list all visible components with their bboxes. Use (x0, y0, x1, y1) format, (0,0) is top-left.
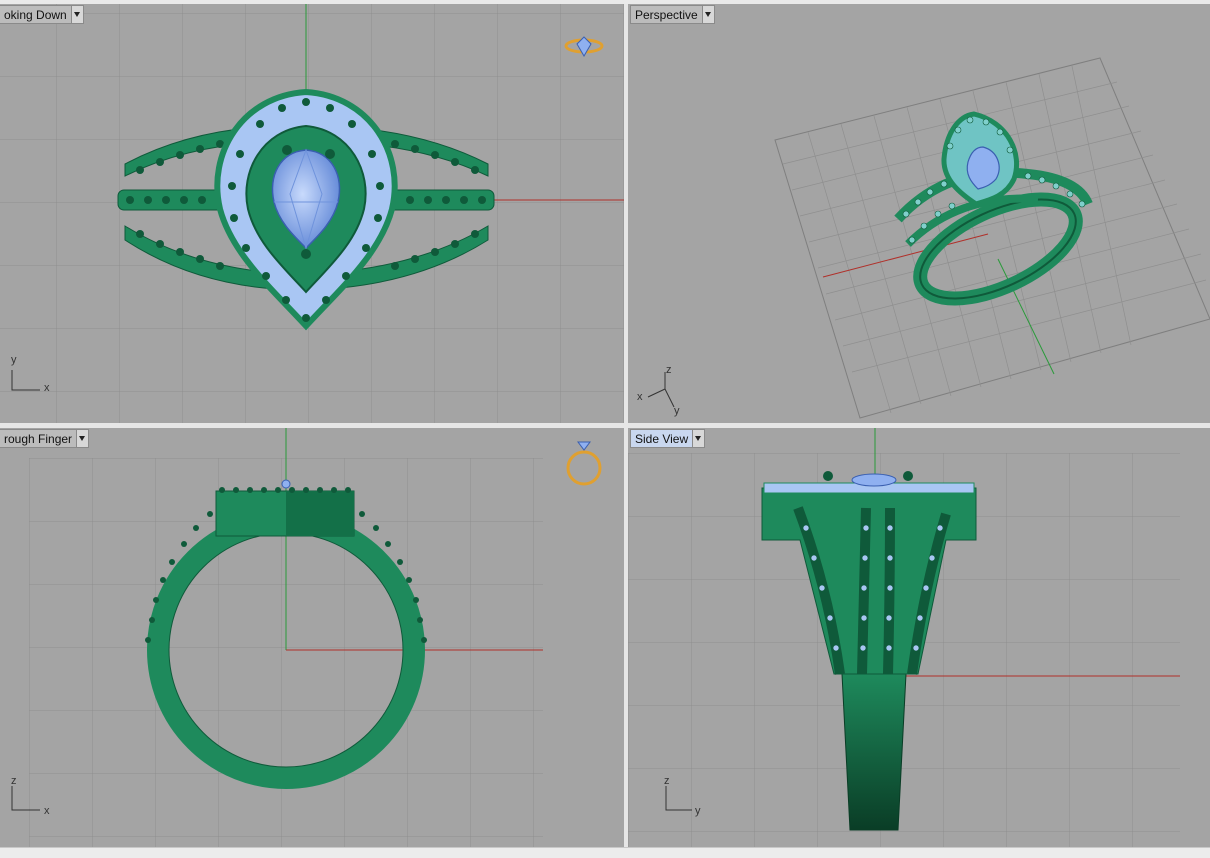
viewport-tab-perspective[interactable]: Perspective (630, 5, 715, 24)
viewport-title: oking Down (4, 8, 67, 22)
ring-perspective (894, 111, 1093, 306)
axis-label-y: y (674, 405, 680, 417)
status-bar (0, 847, 1210, 858)
axis-label-vertical: z (664, 775, 670, 787)
chevron-down-icon[interactable] (70, 6, 83, 23)
axis-label-x: x (637, 391, 643, 403)
axis-label-horizontal: x (44, 382, 50, 394)
side-view-canvas: z y (628, 428, 1180, 847)
axis-label-vertical: z (11, 775, 17, 787)
looking-down-canvas: y x (0, 4, 624, 423)
perspective-canvas: z x y (637, 57, 1210, 419)
through-finger-canvas: z x (11, 428, 602, 847)
viewport-tab-looking-down[interactable]: oking Down (0, 5, 84, 24)
axis-label-z: z (666, 364, 672, 376)
axis-label-horizontal: y (695, 805, 701, 817)
viewport-splitter-horizontal[interactable] (0, 423, 1210, 428)
viewport-title: Side View (635, 432, 689, 446)
axis-label-horizontal: x (44, 805, 50, 817)
viewport-side-view[interactable]: z y Side View (628, 428, 1210, 847)
axis-label-vertical: y (11, 354, 17, 366)
viewport-tab-through-finger[interactable]: rough Finger (0, 429, 90, 448)
ring-front-view-gizmo-icon[interactable] (566, 441, 602, 486)
viewport-through-finger[interactable]: z x rough Finger (0, 428, 624, 847)
chevron-down-icon[interactable] (692, 430, 705, 447)
x-axis-line (822, 233, 989, 278)
chevron-down-icon[interactable] (76, 430, 89, 447)
viewport-tab-side-view[interactable]: Side View (630, 429, 706, 448)
perspective-grid (774, 57, 1210, 419)
chevron-down-icon[interactable] (701, 6, 714, 23)
axis-indicator: z x y (637, 364, 680, 417)
viewport-title: Perspective (635, 8, 698, 22)
viewport-looking-down[interactable]: y x oking Down (0, 4, 624, 423)
viewport-perspective[interactable]: z x y Perspective (628, 4, 1210, 423)
viewport-title: rough Finger (4, 432, 73, 446)
